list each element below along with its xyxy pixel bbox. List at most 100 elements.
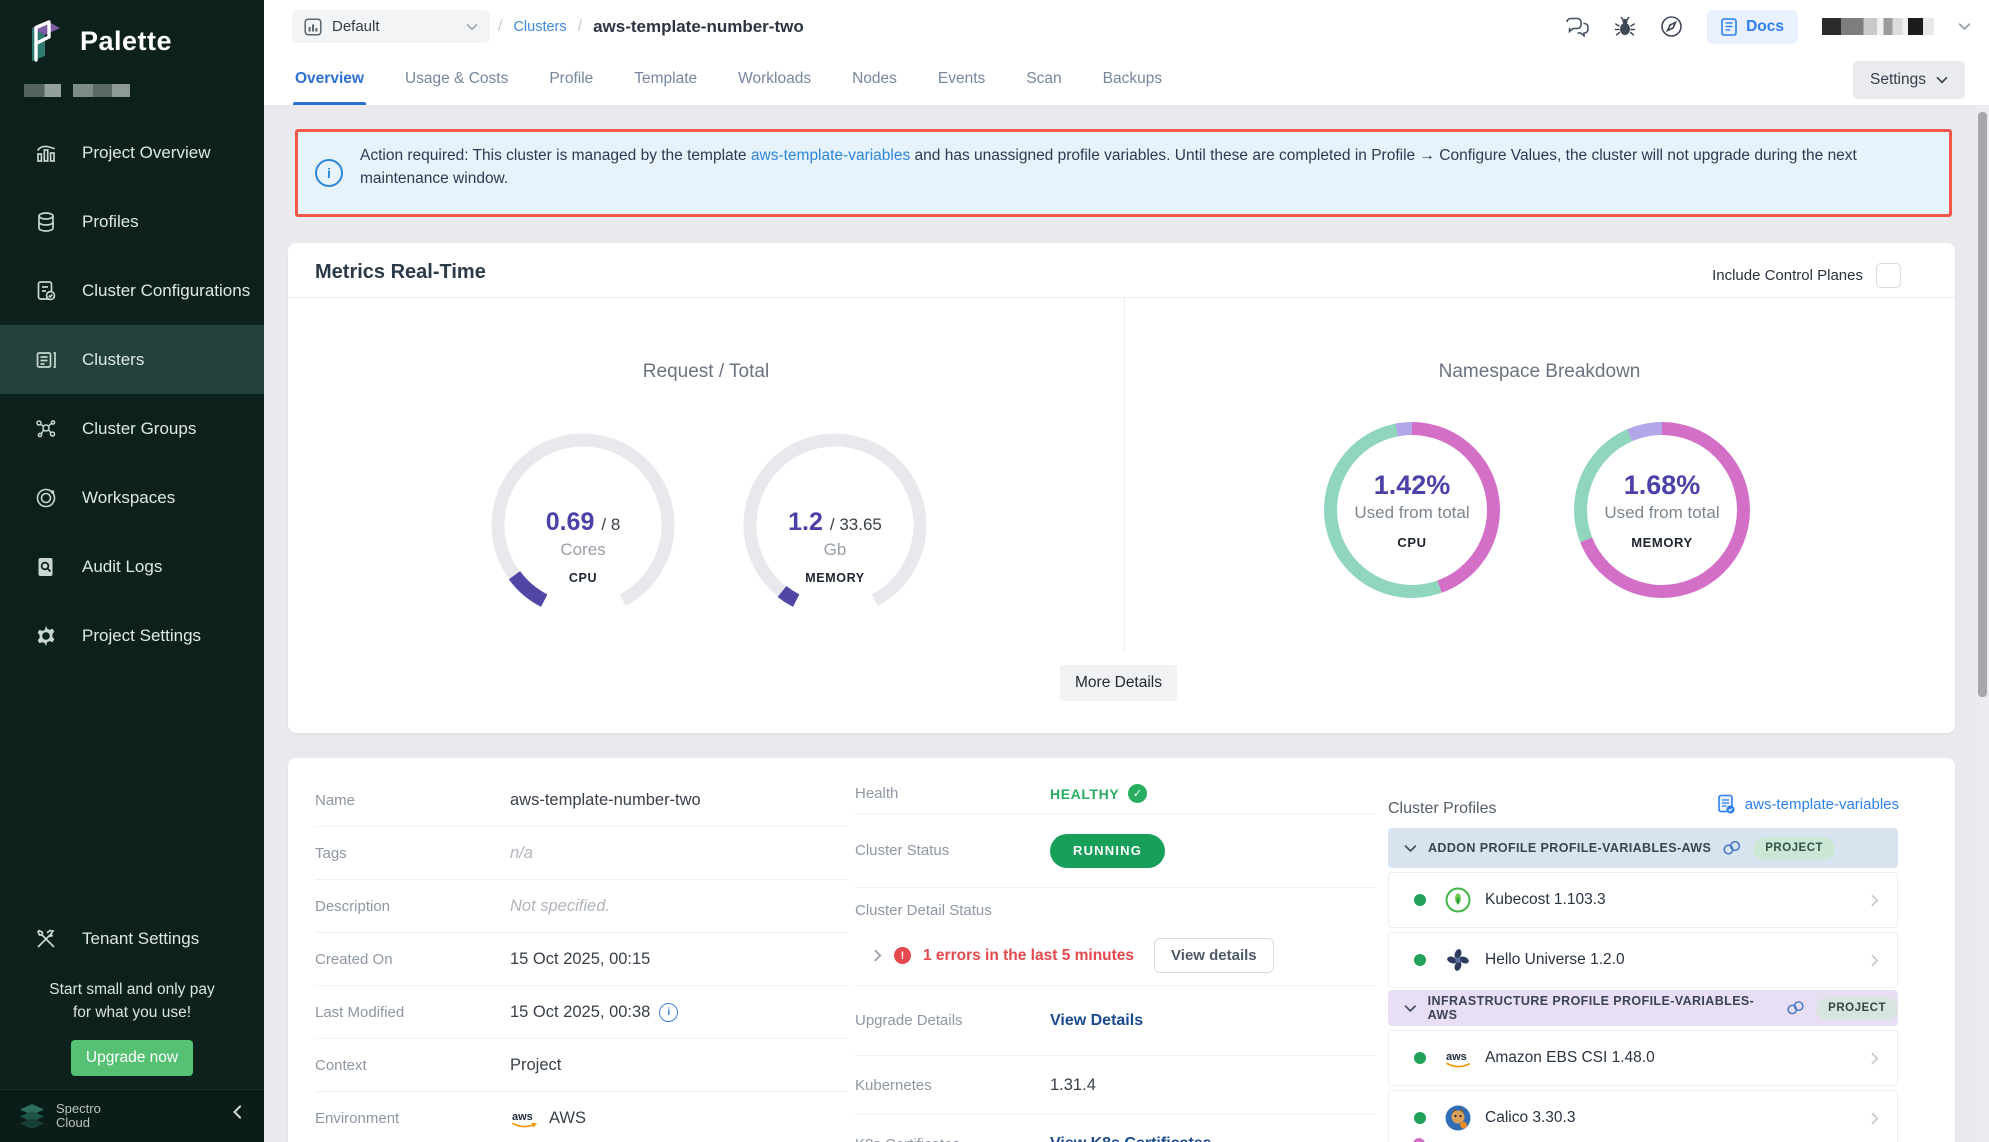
breadcrumb-clusters-link[interactable]: Clusters bbox=[513, 19, 566, 35]
running-status-badge: RUNNING bbox=[1050, 834, 1165, 868]
divider bbox=[288, 297, 1955, 298]
chevron-down-icon bbox=[1936, 76, 1948, 84]
breadcrumb-separator: / bbox=[578, 18, 582, 36]
tab-usage-costs[interactable]: Usage & Costs bbox=[405, 53, 508, 105]
project-selector[interactable]: Default bbox=[292, 10, 490, 43]
memory-unit: Gb bbox=[824, 540, 847, 560]
namespace-memory-donut: 1.68% Used from total MEMORY bbox=[1574, 422, 1750, 598]
chevron-right-icon bbox=[1870, 1052, 1879, 1065]
redacted-user-name bbox=[1822, 18, 1934, 35]
docs-button[interactable]: Docs bbox=[1707, 10, 1798, 44]
namespace-breakdown-title: Namespace Breakdown bbox=[1124, 361, 1955, 383]
brand-row: Palette bbox=[24, 18, 172, 64]
link-icon bbox=[1722, 841, 1742, 855]
namespace-cpu-donut: 1.42% Used from total CPU bbox=[1324, 422, 1500, 598]
sidebar-nav: Project Overview Profiles Cluster Config… bbox=[0, 118, 264, 670]
project-badge: PROJECT bbox=[1753, 837, 1835, 860]
sidebar: Palette Project Overview Profiles Cluste… bbox=[0, 0, 264, 1142]
tab-template[interactable]: Template bbox=[634, 53, 697, 105]
sidebar-item-cluster-configurations[interactable]: Cluster Configurations bbox=[0, 256, 264, 325]
kubecost-logo bbox=[1443, 885, 1473, 915]
user-menu-chevron-down-icon[interactable] bbox=[1958, 22, 1971, 31]
profile-item-calico[interactable]: Calico 3.30.3 bbox=[1388, 1090, 1898, 1142]
detail-row-context: Context Project bbox=[315, 1039, 848, 1092]
view-details-button[interactable]: View details bbox=[1154, 938, 1274, 973]
template-doc-icon bbox=[1717, 794, 1736, 815]
sidebar-item-label: Tenant Settings bbox=[82, 929, 199, 949]
cpu-gauge-label: CPU bbox=[569, 571, 597, 585]
expand-chevron-right-icon[interactable] bbox=[873, 949, 882, 962]
hello-universe-logo bbox=[1443, 945, 1473, 975]
tab-backups[interactable]: Backups bbox=[1103, 53, 1162, 105]
cluster-status-column: Health HEALTHY ✓ Cluster Status RUNNING … bbox=[855, 774, 1375, 1142]
metrics-realtime-card: Metrics Real-Time Include Control Planes… bbox=[288, 243, 1955, 733]
status-dot bbox=[1414, 894, 1426, 906]
redacted-tenant-name bbox=[24, 84, 130, 97]
top-bar: Default / Clusters / aws-template-number… bbox=[264, 0, 1989, 54]
project-selector-value: Default bbox=[332, 18, 456, 35]
tools-icon bbox=[34, 927, 58, 951]
alert-template-link[interactable]: aws-template-variables bbox=[751, 147, 910, 164]
brand-name: Palette bbox=[80, 26, 172, 57]
health-row: Health HEALTHY ✓ bbox=[855, 774, 1375, 814]
memory-gauge-text: 1.2 / 33.65 Gb MEMORY bbox=[740, 430, 930, 620]
profile-item-amazon-ebs-csi[interactable]: aws Amazon EBS CSI 1.48.0 bbox=[1388, 1030, 1898, 1086]
sidebar-item-project-overview[interactable]: Project Overview bbox=[0, 118, 264, 187]
namespace-memory-donut-text: 1.68% Used from total MEMORY bbox=[1574, 422, 1750, 598]
tab-profile[interactable]: Profile bbox=[549, 53, 593, 105]
addon-profile-header[interactable]: ADDON PROFILE PROFILE-VARIABLES-AWS PROJ… bbox=[1388, 828, 1898, 868]
k8s-certificates-row: K8s Certificates View K8s Certificates bbox=[855, 1115, 1375, 1142]
sidebar-item-audit-logs[interactable]: Audit Logs bbox=[0, 532, 264, 601]
sidebar-collapse-button[interactable] bbox=[232, 1104, 242, 1120]
view-k8s-certificates-link[interactable]: View K8s Certificates bbox=[1050, 1135, 1212, 1142]
upgrade-view-details-link[interactable]: View Details bbox=[1050, 1012, 1143, 1030]
compass-tour-icon[interactable] bbox=[1660, 15, 1683, 38]
settings-label: Settings bbox=[1870, 71, 1926, 89]
sidebar-footer: Spectro Cloud bbox=[0, 1089, 264, 1142]
bug-report-icon[interactable] bbox=[1614, 16, 1636, 38]
sidebar-item-project-settings[interactable]: Project Settings bbox=[0, 601, 264, 670]
feedback-chat-icon[interactable] bbox=[1565, 16, 1590, 38]
sidebar-item-cluster-groups[interactable]: Cluster Groups bbox=[0, 394, 264, 463]
include-control-planes-checkbox[interactable] bbox=[1876, 263, 1901, 288]
upgrade-now-button[interactable]: Upgrade now bbox=[71, 1040, 193, 1076]
svg-text:aws: aws bbox=[1446, 1051, 1467, 1063]
cpu-unit: Cores bbox=[560, 540, 605, 560]
sidebar-item-label: Profiles bbox=[82, 212, 139, 232]
database-icon bbox=[34, 210, 58, 234]
sidebar-item-clusters[interactable]: Clusters bbox=[0, 325, 264, 394]
health-status: HEALTHY ✓ bbox=[1050, 784, 1147, 803]
tab-overview[interactable]: Overview bbox=[295, 53, 364, 105]
chevron-left-icon bbox=[232, 1104, 242, 1120]
sidebar-item-label: Cluster Configurations bbox=[82, 281, 250, 301]
calico-logo bbox=[1443, 1103, 1473, 1133]
sidebar-item-tenant-settings[interactable]: Tenant Settings bbox=[0, 904, 264, 973]
profile-item-hello-universe[interactable]: Hello Universe 1.2.0 bbox=[1388, 932, 1898, 988]
sidebar-item-profiles[interactable]: Profiles bbox=[0, 187, 264, 256]
servers-icon bbox=[34, 348, 58, 372]
request-total-title: Request / Total bbox=[288, 361, 1124, 383]
namespace-memory-percent: 1.68% bbox=[1624, 470, 1701, 501]
action-required-alert: i Action required: This cluster is manag… bbox=[295, 129, 1952, 217]
detail-row-last-modified: Last Modified 15 Oct 2025, 00:38i bbox=[315, 986, 848, 1039]
chart-box-icon bbox=[304, 18, 322, 36]
template-variables-link[interactable]: aws-template-variables bbox=[1717, 794, 1899, 815]
settings-dropdown-button[interactable]: Settings bbox=[1853, 61, 1965, 99]
info-icon[interactable]: i bbox=[659, 1003, 678, 1022]
divider bbox=[1124, 297, 1125, 653]
profile-item-kubecost[interactable]: Kubecost 1.103.3 bbox=[1388, 872, 1898, 928]
infrastructure-profile-header[interactable]: INFRASTRUCTURE PROFILE PROFILE-VARIABLES… bbox=[1388, 990, 1898, 1026]
memory-total-value: / 33.65 bbox=[830, 515, 882, 535]
sidebar-item-workspaces[interactable]: Workspaces bbox=[0, 463, 264, 532]
tab-nodes[interactable]: Nodes bbox=[852, 53, 897, 105]
tab-events[interactable]: Events bbox=[938, 53, 985, 105]
tab-workloads[interactable]: Workloads bbox=[738, 53, 811, 105]
orbit-icon bbox=[34, 486, 58, 510]
scrollbar-thumb[interactable] bbox=[1978, 112, 1987, 697]
sidebar-item-label: Project Overview bbox=[82, 143, 210, 163]
kubernetes-row: Kubernetes 1.31.4 bbox=[855, 1056, 1375, 1115]
chevron-down-icon bbox=[1404, 844, 1417, 853]
more-details-button[interactable]: More Details bbox=[1060, 665, 1177, 701]
tab-scan[interactable]: Scan bbox=[1026, 53, 1061, 105]
alert-message: Action required: This cluster is managed… bbox=[360, 144, 1927, 190]
